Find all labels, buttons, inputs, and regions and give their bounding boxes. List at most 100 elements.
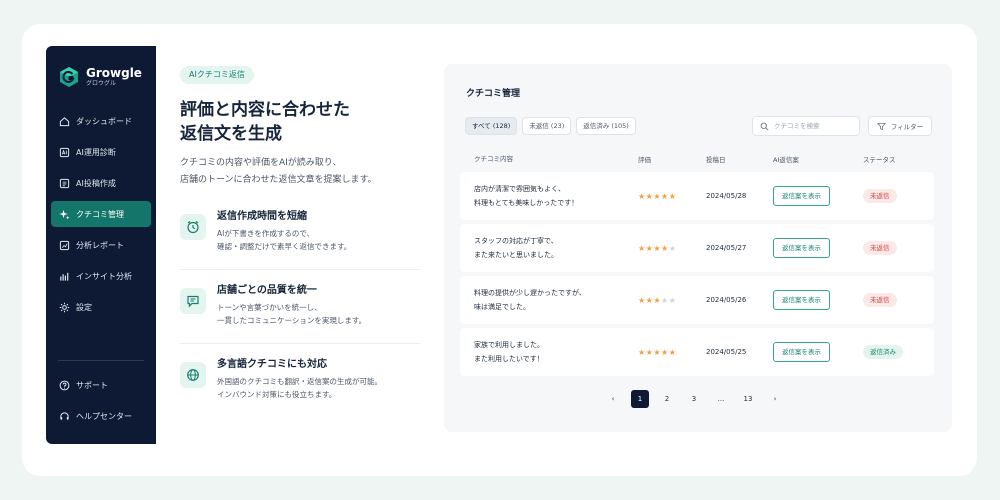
brand-name: Growgle [86,65,142,80]
page-button-3[interactable]: 3 [685,390,703,408]
feature-desc: トーンや言葉づかいを統一し、 一貫したコミュニケーションを実現します。 [217,303,367,325]
rating-stars: ★★★★★ [638,244,706,253]
column-header-ai-reply: AI返信案 [773,156,799,164]
table-row: 料理の提供が少し遅かったですが、 味は満足でした。 ★★★★★ 2024/05/… [460,276,934,324]
lead-line-1: クチコミの内容や評価をAIが読み取り、 [180,158,342,168]
brand-sub: グロウグル [86,79,117,87]
headline: 評価と内容に合わせた 返信文を生成 [180,98,430,146]
star-rating: ★★★★★ [638,348,676,357]
status-badge: 返信済み [863,345,903,359]
view-reply-button[interactable]: 返信案を表示 [773,186,830,206]
panel-title: クチコミ管理 [466,89,521,99]
review-date: 2024/05/28 [706,192,747,200]
help-icon [59,380,70,390]
column-header-content: クチコミ内容 [474,155,513,163]
rating-stars: ★★★★★ [638,192,706,201]
review-text-line: 料理もとても美味しかったです！ [474,199,579,207]
column-header-date: 投稿日 [706,156,726,164]
sidebar-item-analysis-report[interactable]: 分析レポート [51,232,151,258]
star-filled-icon: ★ [653,295,662,305]
star-filled-icon: ★ [653,243,662,253]
page-button-1[interactable]: 1 [631,390,649,408]
feature-icon-box [180,288,206,314]
headline-line-2: 返信文を生成 [180,124,282,144]
review-date: 2024/05/25 [706,348,747,356]
tab-all[interactable]: すべて (128) [465,117,518,135]
rating-stars: ★★★★★ [638,348,706,357]
filter-button[interactable]: フィルター [868,116,932,136]
page-button-13[interactable]: 13 [739,390,757,408]
sidebar-item-label: インサイト分析 [76,271,132,281]
star-empty-icon: ★ [668,243,677,253]
logo[interactable]: Growgle グロウグル [58,66,142,88]
page-button-2[interactable]: 2 [658,390,676,408]
feature-item: 返信作成時間を短縮 AIが下書きを作成するので、 確認・調整だけで素早く返信でき… [180,206,420,270]
column-header-status: ステータス [863,156,896,164]
feature-badge: AIクチコミ返信 [180,66,254,84]
sidebar-item-label: ヘルプセンター [76,411,132,421]
feature-icon-box [180,362,206,388]
report-icon [59,240,70,250]
feature-icon-box [180,214,206,240]
sidebar-item-dashboard[interactable]: ダッシュボード [51,108,151,134]
sidebar-item-label: 設定 [76,302,92,312]
table-row: 家族で利用しました。 また利用したいです！ ★★★★★ 2024/05/25 返… [460,328,934,376]
review-table: クチコミ内容 評価 投稿日 AI返信案 ステータス 店内が清潔で雰囲気もよく、 … [460,146,934,380]
sidebar-item-label: サポート [76,380,108,390]
review-text-line: 店内が清潔で雰囲気もよく、 [474,185,565,193]
star-filled-icon: ★ [661,347,669,357]
prev-page-button[interactable]: ‹ [604,390,622,408]
review-text-line: スタッフの対応が丁寧で、 [474,237,558,245]
feature-title: 多言語クチコミにも対応 [217,359,327,370]
star-filled-icon: ★ [638,347,646,357]
ai-diagnosis-icon [59,147,70,157]
home-icon [59,116,70,126]
filter-icon [876,122,886,130]
search-box[interactable] [752,116,860,136]
table-header: クチコミ内容 評価 投稿日 AI返信案 ステータス [460,146,934,172]
filter-label: フィルター [890,123,924,131]
tab-replied[interactable]: 返信済み (105) [576,117,636,135]
sidebar-item-label: AI投稿作成 [76,178,116,188]
headset-icon [60,411,69,420]
review-text: スタッフの対応が丁寧で、 また来たいと思いました。 [460,234,638,262]
sidebar-item-insight-analysis[interactable]: インサイト分析 [51,263,151,289]
feature-desc: AIが下書きを作成するので、 確認・調整だけで素早く返信できます。 [217,229,352,251]
review-text: 家族で利用しました。 また利用したいです！ [460,338,638,366]
sidebar-bottom-nav: サポート ヘルプセンター [51,372,151,434]
sidebar-item-label: ダッシュボード [76,116,132,126]
view-reply-button[interactable]: 返信案を表示 [773,290,830,310]
review-text-line: 味は満足でした。 [474,303,530,311]
star-rating: ★★★★★ [638,192,676,201]
sparkle-icon [59,209,70,220]
clock-icon [187,221,199,234]
globe-icon [187,369,199,381]
star-filled-icon: ★ [638,295,646,305]
sidebar-item-review-management[interactable]: クチコミ管理 [51,201,151,227]
feature-item: 多言語クチコミにも対応 外国語のクチコミも翻訳・返信案の生成が可能。 インバウン… [180,354,420,418]
review-date: 2024/05/27 [706,244,747,252]
feature-title: 店舗ごとの品質を統一 [217,285,317,296]
chat-icon [187,295,199,308]
review-date: 2024/05/26 [706,296,747,304]
review-text-line: また利用したいです！ [474,355,544,363]
feature-item: 店舗ごとの品質を統一 トーンや言葉づかいを統一し、 一貫したコミュニケーションを… [180,280,420,344]
feature-title: 返信作成時間を短縮 [217,211,307,222]
view-reply-button[interactable]: 返信案を表示 [773,342,830,362]
star-rating: ★★★★★ [638,244,676,253]
lead-text: クチコミの内容や評価をAIが読み取り、 店舗のトーンに合わせた返信文章を提案しま… [180,155,430,189]
star-filled-icon: ★ [661,243,669,253]
next-page-button[interactable]: › [766,390,784,408]
star-filled-icon: ★ [668,347,677,357]
feature-list: 返信作成時間を短縮 AIが下書きを作成するので、 確認・調整だけで素早く返信でき… [180,206,420,428]
sidebar-item-help-center[interactable]: ヘルプセンター [51,403,151,429]
view-reply-button[interactable]: 返信案を表示 [773,238,830,258]
search-input[interactable] [774,122,854,130]
sidebar-item-ai-diagnosis[interactable]: AI運用診断 [51,139,151,165]
sidebar-item-settings[interactable]: 設定 [51,294,151,320]
pagination: ‹ 1 2 3 ... 13 › [604,390,784,408]
sidebar-item-support[interactable]: サポート [51,372,151,398]
tab-unreplied[interactable]: 未返信 (23) [522,117,572,135]
star-empty-icon: ★ [668,295,677,305]
sidebar-item-ai-post[interactable]: AI投稿作成 [51,170,151,196]
